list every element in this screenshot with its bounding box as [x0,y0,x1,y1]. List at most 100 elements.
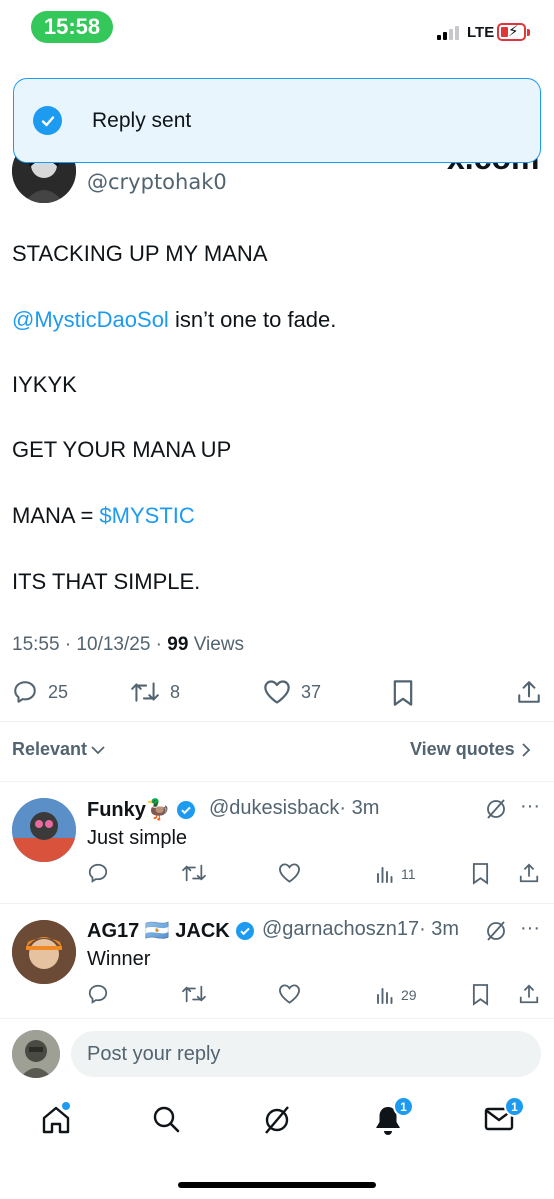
reply-handle-row: @dukesisback· 3m [209,797,379,820]
like-button[interactable]: 37 [263,679,321,705]
battery-icon: ⚡ [497,23,526,41]
reply-avatar[interactable] [12,798,76,862]
nav-notifications[interactable]: 1 [373,1096,414,1141]
reply-views-button[interactable]: 29 [375,985,417,1005]
messages-badge: 1 [504,1096,525,1117]
network-type: LTE [467,24,495,41]
more-options-icon[interactable]: ··· [520,795,540,818]
reply-handle-row: @garnachoszn17· 3m [262,918,459,941]
reply-bookmark-button[interactable] [471,862,490,890]
reply-sent-toast: Reply sent [13,78,541,163]
timestamp: 15:55 · 10/13/25 · [12,634,168,655]
reply-author[interactable]: Funky🦆 [87,797,196,822]
reply-icon [88,984,108,1004]
grok-icon[interactable] [484,919,508,948]
battery-tip [527,29,530,36]
bookmark-icon [472,863,489,885]
reply-icon [88,863,108,883]
repost-icon [131,682,159,702]
repost-icon [182,864,206,882]
tweet-line: IYKYK [12,372,77,397]
user-avatar[interactable] [12,1030,60,1078]
toast-text: Reply sent [92,108,192,132]
view-quotes-label: View quotes [410,739,515,759]
heart-icon [264,680,290,704]
reply-views-button[interactable]: 11 [375,864,416,884]
tweet-meta: 15:55 · 10/13/25 · 99 Views [12,634,244,656]
reply-like-button[interactable] [278,983,301,1005]
heart-icon [279,984,300,1004]
more-options-icon[interactable]: ··· [520,917,540,940]
reply-time: · 3m [419,918,460,940]
reply-text: Just simple [87,827,188,849]
mention-link[interactable]: @MysticDaoSol [12,307,169,332]
bookmark-icon [393,680,413,706]
reply-bookmark-button[interactable] [471,983,490,1011]
reply-author[interactable]: AG17 🇦🇷 JACK [87,918,255,943]
author-handle[interactable]: @cryptohak0 [87,170,227,194]
verified-badge-icon [235,921,254,940]
reply-handle[interactable]: @garnachoszn17 [262,918,419,940]
status-time: 15:58 [31,11,113,43]
heart-icon [279,863,300,883]
reply-count: 25 [48,681,69,702]
reply-share-button[interactable] [518,862,540,889]
like-count: 37 [301,681,322,702]
reply-views-count: 29 [401,987,417,1003]
grok-icon [265,1106,289,1134]
reply-repost-button[interactable] [181,983,207,1005]
reply-like-button[interactable] [278,862,301,884]
tweet-line-cashtag: MANA = $MYSTIC [12,503,195,529]
reply-handle[interactable]: @dukesisback [209,797,339,819]
reply-reply-button[interactable] [87,983,109,1005]
share-icon [519,984,539,1004]
verified-badge-icon [176,800,195,819]
unread-dot [62,1102,70,1110]
repost-button[interactable]: 8 [130,679,180,705]
chevron-down-icon [91,745,105,754]
analytics-icon [377,988,393,1004]
bookmark-icon [472,984,489,1006]
share-button[interactable] [516,679,542,710]
tweet-text: MANA = [12,503,100,528]
nav-grok[interactable] [261,1104,293,1141]
bookmark-button[interactable] [391,679,415,712]
divider [0,781,554,782]
chevron-right-icon [522,742,530,757]
tweet-line: GET YOUR MANA UP [12,437,232,462]
reply-avatar[interactable] [12,920,76,984]
repost-icon [182,985,206,1003]
reply-text: Winner [87,948,151,970]
notification-badge: 1 [393,1096,414,1117]
views-label: Views [188,634,245,655]
nav-search[interactable] [151,1104,181,1139]
reply-icon [14,681,36,703]
grok-icon[interactable] [484,797,508,826]
reply-author-name: AG17 🇦🇷 JACK [87,920,230,942]
reply-views-count: 11 [401,866,416,882]
tweet-line-mention: @MysticDaoSol isn’t one to fade. [12,307,336,333]
nav-messages[interactable]: 1 [484,1096,525,1137]
tweet-line: ITS THAT SIMPLE. [12,569,201,594]
reply-button[interactable]: 25 [12,679,68,705]
reply-author-name: Funky🦆 [87,799,171,821]
repost-count: 8 [170,681,181,702]
analytics-icon [377,867,393,883]
reply-repost-button[interactable] [181,862,207,884]
tweet-text: isn’t one to fade. [168,307,337,332]
reply-share-button[interactable] [518,983,540,1010]
nav-home[interactable] [40,1102,72,1141]
view-quotes-link[interactable]: View quotes [410,739,531,760]
share-icon [518,681,540,703]
search-icon [153,1106,180,1133]
home-indicator [178,1182,376,1188]
views-count: 99 [167,634,189,655]
sort-dropdown[interactable]: Relevant [12,739,105,760]
divider [0,903,554,904]
reply-reply-button[interactable] [87,862,109,884]
cashtag-link[interactable]: $MYSTIC [99,503,194,528]
signal-icon [437,26,459,40]
tweet-line: STACKING UP MY MANA [12,241,268,266]
check-circle-icon [33,106,62,135]
reply-input[interactable]: Post your reply [71,1031,541,1077]
